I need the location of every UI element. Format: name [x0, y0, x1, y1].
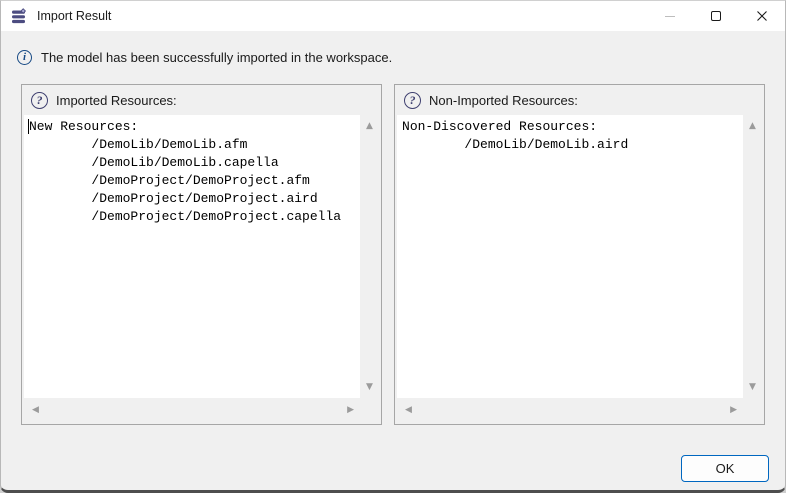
non-imported-resources-text[interactable]: Non-Discovered Resources: /DemoLib/DemoL…	[397, 115, 743, 398]
import-result-dialog: Import Result i The model has been succe…	[0, 0, 786, 493]
non-imported-resources-label: Non-Imported Resources:	[429, 93, 578, 108]
maximize-icon	[711, 11, 721, 21]
imported-resources-label: Imported Resources:	[56, 93, 177, 108]
scroll-up-icon[interactable]: ▲	[366, 122, 373, 131]
non-imported-resources-header: ? Non-Imported Resources:	[395, 85, 764, 115]
ok-button[interactable]: OK	[681, 455, 769, 482]
imported-resources-panel: ? Imported Resources: New Resources: /De…	[21, 84, 382, 425]
help-icon: ?	[31, 92, 48, 109]
non-imported-horizontal-scrollbar[interactable]: ◀ ▶	[397, 398, 743, 423]
capella-import-icon	[11, 8, 27, 24]
maximize-button[interactable]	[693, 1, 739, 31]
scroll-down-icon[interactable]: ▼	[366, 383, 373, 392]
titlebar[interactable]: Import Result	[1, 1, 785, 31]
help-icon: ?	[404, 92, 421, 109]
non-imported-resources-body: Non-Discovered Resources: /DemoLib/DemoL…	[395, 115, 764, 424]
scrollbar-corner	[360, 398, 379, 423]
minimize-icon	[665, 16, 675, 17]
scroll-down-icon[interactable]: ▼	[749, 383, 756, 392]
imported-resources-header: ? Imported Resources:	[22, 85, 381, 115]
imported-resources-text[interactable]: New Resources: /DemoLib/DemoLib.afm /Dem…	[24, 115, 360, 398]
scroll-right-icon[interactable]: ▶	[347, 406, 354, 415]
non-imported-resources-panel: ? Non-Imported Resources: Non-Discovered…	[394, 84, 765, 425]
dialog-footer: OK	[1, 425, 785, 490]
scroll-up-icon[interactable]: ▲	[749, 122, 756, 131]
scroll-left-icon[interactable]: ◀	[405, 406, 412, 415]
text-caret	[28, 119, 29, 134]
imported-vertical-scrollbar[interactable]: ▲ ▼	[360, 115, 379, 398]
status-message: The model has been successfully imported…	[41, 50, 392, 65]
result-panels: ? Imported Resources: New Resources: /De…	[21, 84, 765, 425]
minimize-button	[647, 1, 693, 31]
window-title: Import Result	[37, 9, 111, 23]
imported-resources-body: New Resources: /DemoLib/DemoLib.afm /Dem…	[22, 115, 381, 424]
imported-horizontal-scrollbar[interactable]: ◀ ▶	[24, 398, 360, 423]
close-button[interactable]	[739, 1, 785, 31]
info-icon: i	[17, 50, 32, 65]
status-banner: i The model has been successfully import…	[1, 31, 785, 84]
close-icon	[756, 10, 768, 22]
scroll-right-icon[interactable]: ▶	[730, 406, 737, 415]
scroll-left-icon[interactable]: ◀	[32, 406, 39, 415]
scrollbar-corner	[743, 398, 762, 423]
window-controls	[647, 1, 785, 31]
non-imported-vertical-scrollbar[interactable]: ▲ ▼	[743, 115, 762, 398]
